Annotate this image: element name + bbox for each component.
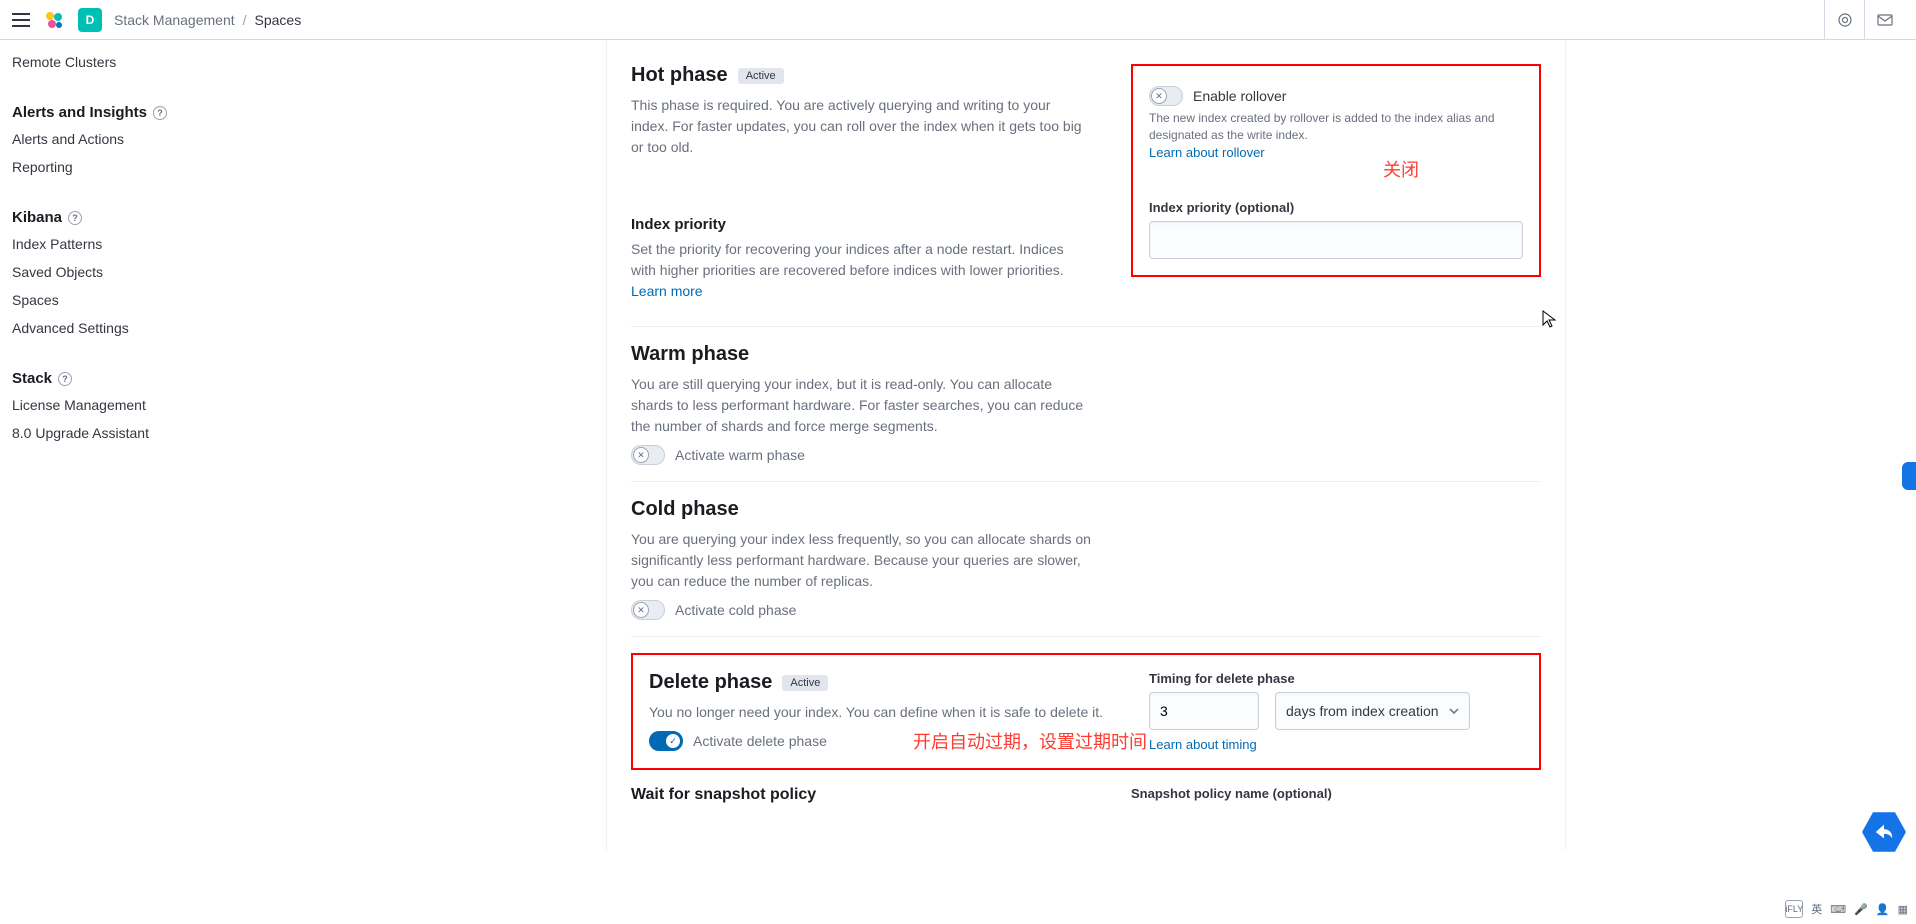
tray-keyboard-icon[interactable]: ⌨ bbox=[1830, 903, 1846, 916]
rollover-help: The new index created by rollover is add… bbox=[1149, 110, 1523, 144]
sidebar-section-stack: Stack ? bbox=[0, 362, 256, 391]
help-icon[interactable]: ? bbox=[58, 372, 72, 386]
enable-rollover-switch[interactable]: ✕ bbox=[1149, 86, 1183, 106]
active-badge: Active bbox=[782, 675, 828, 691]
breadcrumb-parent[interactable]: Stack Management bbox=[114, 12, 235, 28]
annotation-enable-expire: 开启自动过期，设置过期时间 bbox=[913, 728, 1147, 754]
sidebar-item-remote-clusters[interactable]: Remote Clusters bbox=[0, 48, 256, 76]
help-icon[interactable]: ? bbox=[153, 106, 167, 120]
ime-lang[interactable]: 英 bbox=[1811, 901, 1822, 917]
delete-phase-desc: You no longer need your index. You can d… bbox=[649, 702, 1109, 723]
annotation-close: 关闭 bbox=[1383, 156, 1419, 182]
warm-phase-section: Warm phase You are still querying your i… bbox=[631, 327, 1541, 482]
enable-rollover-label: Enable rollover bbox=[1193, 88, 1286, 104]
tray-person-icon[interactable]: 👤 bbox=[1876, 903, 1890, 916]
sidebar-section-title: Stack bbox=[12, 370, 52, 387]
sidebar-item-spaces[interactable]: Spaces bbox=[0, 286, 256, 314]
cold-phase-title: Cold phase bbox=[631, 498, 739, 521]
header-left: D Stack Management / Spaces bbox=[12, 8, 1824, 32]
sidebar-section-title: Alerts and Insights bbox=[12, 104, 147, 121]
snapshot-policy-label: Snapshot policy name (optional) bbox=[1131, 786, 1541, 801]
sidebar-item-advanced-settings[interactable]: Advanced Settings bbox=[0, 314, 256, 342]
sidebar-item-license[interactable]: License Management bbox=[0, 391, 256, 419]
ime-badge[interactable]: iFLY bbox=[1785, 900, 1803, 918]
breadcrumb-current: Spaces bbox=[255, 12, 302, 28]
breadcrumb: Stack Management / Spaces bbox=[114, 12, 301, 28]
active-badge: Active bbox=[738, 68, 784, 84]
sidebar-section-kibana: Kibana ? bbox=[0, 201, 256, 230]
sidebar-section-title: Kibana bbox=[12, 209, 62, 226]
elastic-logo-icon[interactable] bbox=[42, 8, 66, 32]
warm-phase-desc: You are still querying your index, but i… bbox=[631, 374, 1091, 437]
main: Hot phase Active This phase is required.… bbox=[256, 40, 1916, 850]
sidebar-item-upgrade-assistant[interactable]: 8.0 Upgrade Assistant bbox=[0, 419, 256, 447]
index-priority-field-label: Index priority (optional) bbox=[1149, 200, 1523, 215]
snapshot-title: Wait for snapshot policy bbox=[631, 786, 1091, 804]
activate-warm-switch[interactable]: ✕ bbox=[631, 445, 665, 465]
content: Hot phase Active This phase is required.… bbox=[606, 40, 1566, 850]
warm-phase-title: Warm phase bbox=[631, 343, 749, 366]
sidebar-item-saved-objects[interactable]: Saved Objects bbox=[0, 258, 256, 286]
header-right bbox=[1824, 0, 1904, 40]
activate-warm-label: Activate warm phase bbox=[675, 447, 805, 463]
side-tab-widget[interactable] bbox=[1902, 462, 1916, 490]
help-icon[interactable]: ? bbox=[68, 211, 82, 225]
timing-unit-value: days from index creation bbox=[1286, 703, 1439, 719]
timing-unit-select[interactable]: days from index creation bbox=[1275, 692, 1470, 730]
delete-phase-title: Delete phase bbox=[649, 671, 772, 694]
activate-cold-switch[interactable]: ✕ bbox=[631, 600, 665, 620]
os-system-tray: iFLY 英 ⌨ 🎤 👤 ▦ bbox=[1785, 900, 1908, 918]
cold-phase-section: Cold phase You are querying your index l… bbox=[631, 482, 1541, 637]
index-priority-desc-text: Set the priority for recovering your ind… bbox=[631, 241, 1064, 278]
tray-grid-icon[interactable]: ▦ bbox=[1898, 903, 1908, 916]
space-avatar[interactable]: D bbox=[78, 8, 102, 32]
snapshot-section: Wait for snapshot policy Snapshot policy… bbox=[631, 770, 1541, 810]
learn-more-link[interactable]: Learn more bbox=[631, 283, 703, 299]
hot-phase-section: Hot phase Active This phase is required.… bbox=[631, 48, 1541, 327]
tray-mic-icon[interactable]: 🎤 bbox=[1854, 903, 1868, 916]
learn-rollover-link[interactable]: Learn about rollover bbox=[1149, 145, 1265, 160]
hamburger-menu-icon[interactable] bbox=[12, 13, 30, 27]
index-priority-desc: Set the priority for recovering your ind… bbox=[631, 239, 1091, 302]
activate-delete-label: Activate delete phase bbox=[693, 733, 827, 749]
index-priority-input[interactable] bbox=[1149, 221, 1523, 259]
index-priority-title: Index priority bbox=[631, 216, 1091, 233]
sidebar-item-alerts-actions[interactable]: Alerts and Actions bbox=[0, 125, 256, 153]
chevron-down-icon bbox=[1449, 708, 1459, 714]
timing-value-input[interactable] bbox=[1149, 692, 1259, 730]
timing-label: Timing for delete phase bbox=[1149, 671, 1523, 686]
mail-icon[interactable] bbox=[1864, 0, 1904, 40]
hot-phase-desc: This phase is required. You are actively… bbox=[631, 95, 1091, 158]
sidebar: Remote Clusters Alerts and Insights ? Al… bbox=[0, 40, 256, 850]
cold-phase-desc: You are querying your index less frequen… bbox=[631, 529, 1091, 592]
delete-phase-redbox-annotation: Delete phase Active You no longer need y… bbox=[631, 653, 1541, 770]
sidebar-item-reporting[interactable]: Reporting bbox=[0, 153, 256, 181]
newsfeed-icon[interactable] bbox=[1824, 0, 1864, 40]
hot-phase-title: Hot phase bbox=[631, 64, 728, 87]
breadcrumb-separator: / bbox=[243, 12, 247, 28]
rollover-redbox-annotation: ✕ Enable rollover The new index created … bbox=[1131, 64, 1541, 277]
app-header: D Stack Management / Spaces bbox=[0, 0, 1916, 40]
activate-delete-switch[interactable]: ✓ bbox=[649, 731, 683, 751]
sidebar-item-index-patterns[interactable]: Index Patterns bbox=[0, 230, 256, 258]
activate-cold-label: Activate cold phase bbox=[675, 602, 796, 618]
sidebar-section-alerts: Alerts and Insights ? bbox=[0, 96, 256, 125]
learn-timing-link[interactable]: Learn about timing bbox=[1149, 737, 1257, 752]
